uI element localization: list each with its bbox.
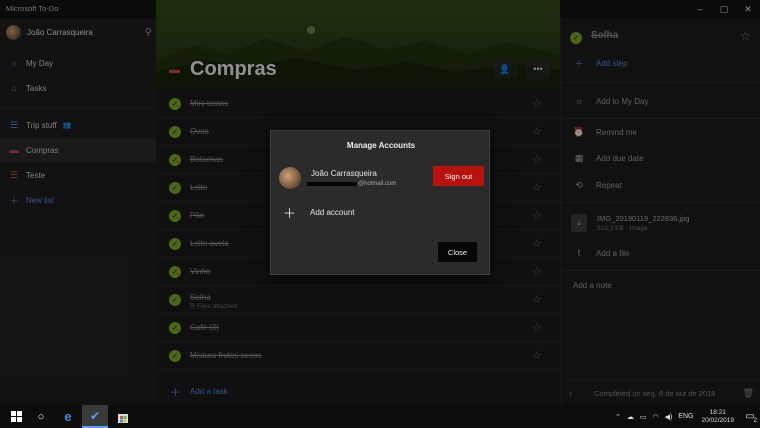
clock[interactable]: 18:21 20/02/2019	[701, 409, 734, 425]
sign-out-button[interactable]: Sign out	[433, 166, 484, 186]
clock-time: 18:21	[709, 408, 726, 416]
chevron-up-icon[interactable]: ⌃	[615, 413, 621, 421]
account-name: João Carrasqueira	[311, 169, 377, 178]
close-button[interactable]: Close	[438, 242, 477, 262]
edge-browser-icon[interactable]: e	[57, 405, 79, 428]
todo-app-window: ▬ Compras 👤 ••• ✓ Mini tostas ☆ ✓ Ovos ☆…	[0, 0, 760, 405]
notification-center-icon[interactable]: ▭ 2	[740, 411, 760, 424]
dialog-title: Manage Accounts	[346, 141, 416, 150]
language-indicator[interactable]: ENG	[678, 413, 693, 420]
wifi-icon[interactable]: ◠	[652, 413, 658, 421]
clock-date: 20/02/2019	[701, 416, 734, 424]
notification-count: 2	[753, 418, 757, 424]
redaction-bar	[307, 182, 357, 186]
todo-taskbar-icon[interactable]: ✔	[82, 405, 108, 428]
add-account-button[interactable]: ＋ Add account	[283, 205, 355, 221]
email-suffix: @hotmail.com	[358, 181, 397, 187]
volume-icon[interactable]: ◀)	[665, 413, 673, 421]
windows-taskbar: ○ e ✔ ⌃ ☁ ▭ ◠ ◀) ENG 18:21 20/02/2019 ▭ 2	[0, 405, 760, 428]
cortana-search-icon[interactable]: ○	[30, 405, 52, 428]
windows-start-icon[interactable]	[5, 405, 27, 428]
battery-icon[interactable]: ▭	[640, 413, 647, 421]
add-account-label: Add account	[310, 207, 355, 217]
system-tray: ⌃ ☁ ▭ ◠ ◀) ENG 18:21 20/02/2019 ▭ 2	[615, 405, 760, 428]
store-icon[interactable]	[112, 405, 134, 428]
manage-accounts-dialog: Manage Accounts João Carrasqueira @hotma…	[270, 130, 490, 275]
onedrive-icon[interactable]: ☁	[627, 413, 634, 421]
avatar	[279, 167, 301, 189]
account-email: @hotmail.com	[307, 180, 396, 188]
plus-icon: ＋	[283, 205, 297, 221]
